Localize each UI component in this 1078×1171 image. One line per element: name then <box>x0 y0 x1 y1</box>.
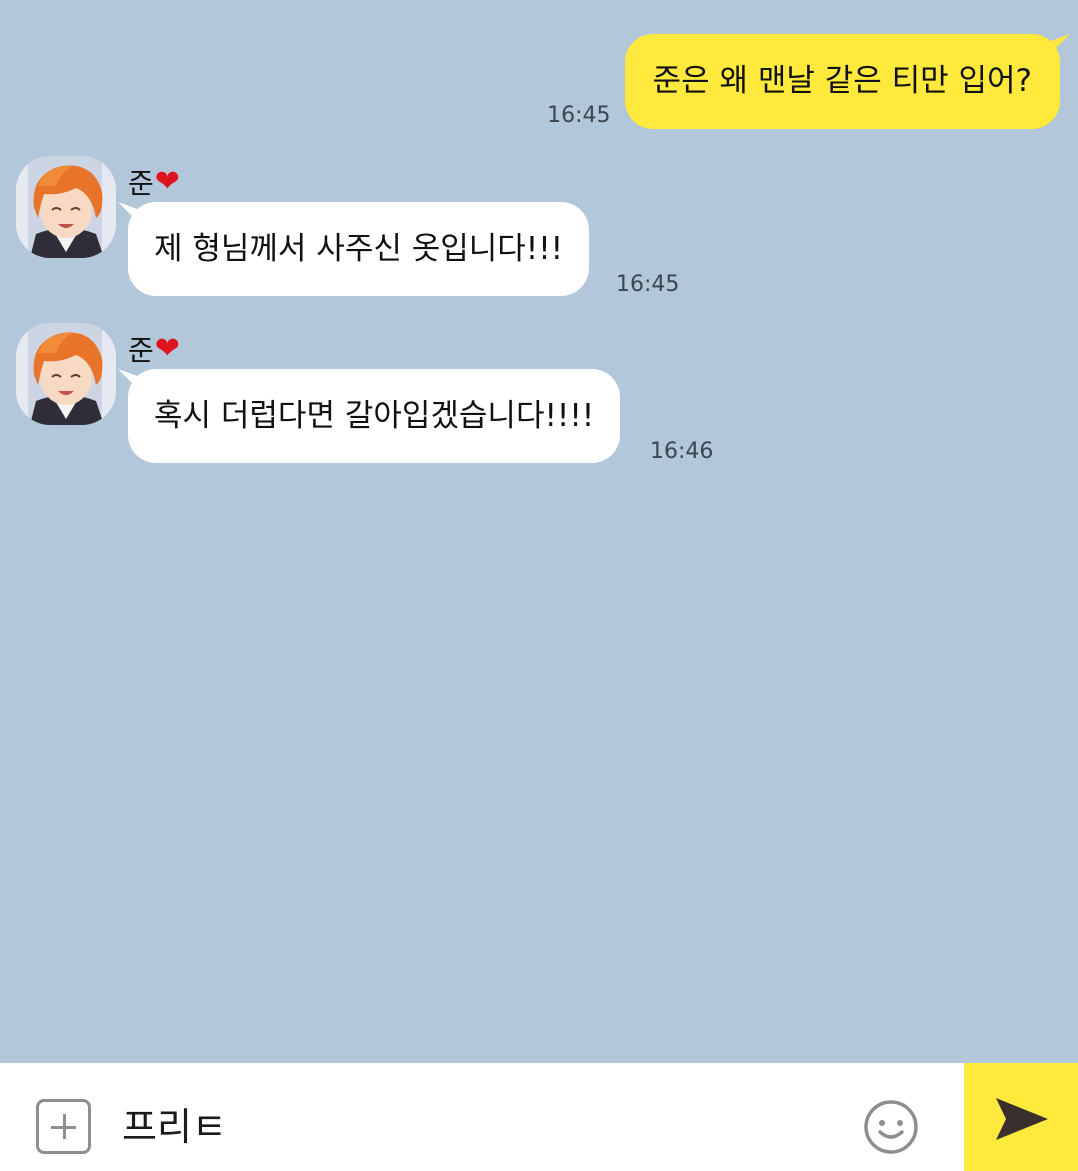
sender-name: 준 <box>128 334 154 367</box>
send-button[interactable] <box>964 1063 1078 1171</box>
avatar[interactable] <box>16 323 116 425</box>
message-time: 16:45 <box>616 272 680 297</box>
message-input-bar <box>0 1063 1078 1171</box>
incoming-bubble[interactable]: 혹시 더럽다면 갈아입겠습니다!!!! <box>128 369 621 463</box>
message-time: 16:46 <box>650 439 714 464</box>
avatar[interactable] <box>16 156 116 258</box>
heart-icon: ❤ <box>154 331 180 366</box>
sender-name: 준 <box>128 167 154 200</box>
heart-icon: ❤ <box>154 164 180 199</box>
message-time: 16:45 <box>547 103 611 128</box>
avatar-portrait-icon <box>16 156 116 258</box>
avatar-portrait-icon <box>16 323 116 425</box>
sender-label: 준 ❤ <box>128 329 180 369</box>
chat-area: 16:45 준은 왜 맨날 같은 티만 입어? 준 ❤ 제 형님께서 사주신 옷… <box>0 0 1078 1063</box>
incoming-bubble[interactable]: 제 형님께서 사주신 옷입니다!!! <box>128 202 590 296</box>
send-arrow-icon <box>996 1098 1048 1140</box>
outgoing-message: 16:45 준은 왜 맨날 같은 티만 입어? <box>547 34 1060 129</box>
message-input[interactable] <box>122 1093 822 1153</box>
sender-label: 준 ❤ <box>128 162 180 202</box>
smiley-icon[interactable] <box>862 1098 920 1156</box>
plus-square-icon[interactable] <box>36 1099 91 1154</box>
outgoing-bubble[interactable]: 준은 왜 맨날 같은 티만 입어? <box>624 34 1060 129</box>
